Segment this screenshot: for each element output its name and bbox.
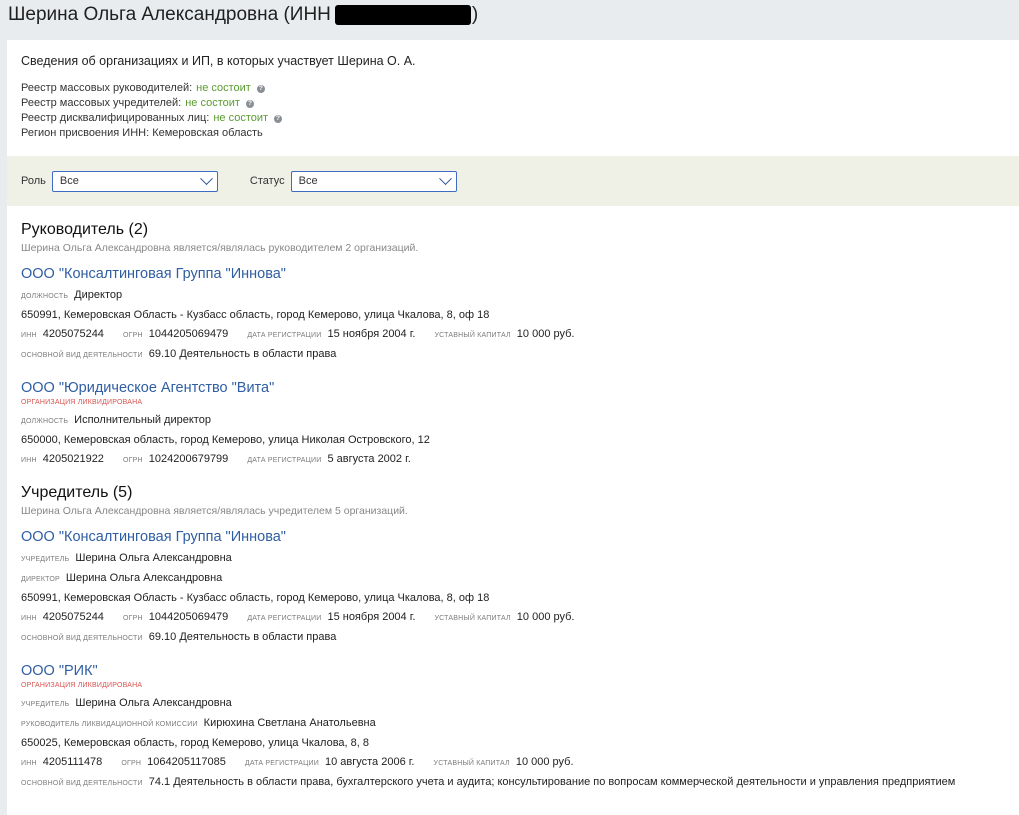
redacted-inn	[334, 5, 471, 25]
founder-value: Шерина Ольга Александровна	[75, 697, 232, 709]
org-item: ООО "Юридическое Агентство "Вита" органи…	[21, 380, 1019, 470]
org-link[interactable]: ООО "Консалтинговая Группа "Иннова"	[21, 529, 1019, 545]
chevron-down-icon	[438, 171, 452, 185]
reg-date-value: 10 августа 2006 г.	[325, 756, 415, 768]
filter-bar: Роль Все Статус Все	[7, 156, 1019, 206]
inn-value: 4205075244	[42, 611, 104, 623]
activity-value: 69.10 Деятельность в области права	[148, 631, 337, 643]
region-line: Регион присвоения ИНН: Кемеровская облас…	[21, 127, 263, 139]
inn-value: 4205021922	[42, 453, 104, 465]
liq-head-value: Кирюхина Светлана Анатольевна	[203, 717, 376, 729]
page-title-suffix: )	[471, 4, 479, 25]
registry-status: не состоит	[196, 82, 251, 94]
director-value: Шерина Ольга Александровна	[65, 572, 223, 584]
help-icon[interactable]: ?	[245, 99, 254, 108]
registry-line: Реестр массовых учредителей: не состоит …	[21, 96, 1019, 111]
activity-value: 69.10 Деятельность в области права	[148, 348, 337, 360]
inn-value: 4205075244	[42, 328, 104, 340]
org-link[interactable]: ООО "Консалтинговая Группа "Иннова"	[21, 266, 1019, 282]
founder-value: Шерина Ольга Александровна	[75, 552, 232, 564]
registry-line: Реестр массовых руководителей: не состои…	[21, 81, 1019, 96]
ogrn-value: 1064205117085	[147, 756, 226, 768]
reg-date-value: 5 августа 2002 г.	[327, 453, 411, 465]
section-subtitle: Шерина Ольга Александровна является/явля…	[21, 505, 408, 517]
activity-value: 74.1 Деятельность в области права, бухга…	[148, 776, 956, 788]
section-title-founders: Учредитель (5)	[21, 484, 133, 501]
help-icon[interactable]: ?	[256, 84, 265, 93]
section-title-managers: Руководитель (2)	[21, 221, 149, 238]
chevron-down-icon	[200, 171, 213, 185]
org-address: 650000, Кемеровская область, город Кемер…	[21, 434, 430, 446]
section-subtitle: Шерина Ольга Александровна является/явля…	[21, 242, 419, 254]
status-filter-label: Статус	[249, 175, 285, 187]
ogrn-value: 1044205069479	[148, 328, 229, 340]
org-address: 650991, Кемеровская Область - Кузбасс об…	[21, 592, 490, 604]
registry-line: Реестр дисквалифицированных лиц: не сост…	[21, 111, 1019, 126]
reg-date-value: 15 ноября 2004 г.	[327, 328, 416, 340]
capital-value: 10 000 руб.	[516, 328, 575, 340]
inn-value: 4205111478	[42, 756, 103, 768]
org-link[interactable]: ООО "Юридическое Агентство "Вита"	[21, 380, 1019, 396]
status-select[interactable]: Все	[290, 170, 457, 192]
liquidated-badge: организация ликвидирована	[21, 399, 143, 406]
help-icon[interactable]: ?	[274, 114, 283, 123]
reg-date-value: 15 ноября 2004 г.	[327, 611, 416, 623]
intro-text: Сведения об организациях и ИП, в которых…	[21, 54, 416, 68]
content-card: Сведения об организациях и ИП, в которых…	[7, 40, 1019, 815]
registry-status: не состоит	[185, 97, 240, 109]
registry-status: не состоит	[213, 112, 269, 124]
page-title-prefix: Шерина Ольга Александровна (ИНН	[8, 4, 331, 25]
capital-value: 10 000 руб.	[515, 756, 574, 768]
role-filter-label: Роль	[21, 175, 46, 187]
org-item: ООО "Консалтинговая Группа "Иннова" долж…	[21, 266, 1019, 365]
org-item: ООО "Консалтинговая Группа "Иннова" учре…	[21, 529, 1019, 648]
ogrn-value: 1024200679799	[148, 453, 229, 465]
org-link[interactable]: ООО "РИК"	[21, 663, 1019, 679]
position-value: Директор	[74, 289, 123, 301]
org-address: 650991, Кемеровская Область - Кузбасс об…	[21, 309, 490, 321]
org-address: 650025, Кемеровская область, город Кемер…	[21, 737, 370, 749]
liquidated-badge: организация ликвидирована	[21, 682, 143, 689]
ogrn-value: 1044205069479	[148, 611, 229, 623]
position-value: Исполнительный директор	[74, 414, 211, 426]
role-select[interactable]: Все	[51, 170, 218, 192]
org-item: ООО "РИК" организация ликвидирована учре…	[21, 663, 1019, 793]
page-title: Шерина Ольга Александровна (ИНН )	[0, 0, 1019, 30]
capital-value: 10 000 руб.	[516, 611, 575, 623]
